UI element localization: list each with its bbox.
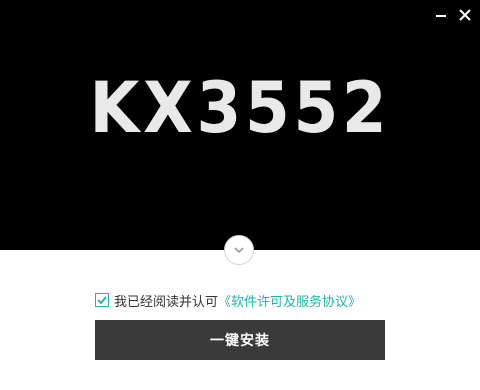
agreement-checkbox[interactable]: [95, 293, 109, 307]
close-icon: [459, 9, 471, 21]
close-button[interactable]: [454, 4, 476, 26]
banner: KX3552: [0, 0, 480, 250]
checkmark-icon: [97, 296, 107, 305]
chevron-down-icon: [234, 247, 244, 254]
minimize-icon: [436, 15, 446, 17]
expand-options-button[interactable]: [224, 235, 254, 265]
license-agreement-link[interactable]: 《软件许可及服务协议》: [218, 291, 361, 310]
agreement-row: 我已经阅读并认可 《软件许可及服务协议》: [95, 290, 361, 310]
minimize-button[interactable]: [431, 4, 453, 26]
product-logo: KX3552: [89, 67, 391, 149]
one-click-install-button[interactable]: 一键安装: [95, 320, 385, 360]
agreement-text: 我已经阅读并认可: [114, 294, 219, 310]
